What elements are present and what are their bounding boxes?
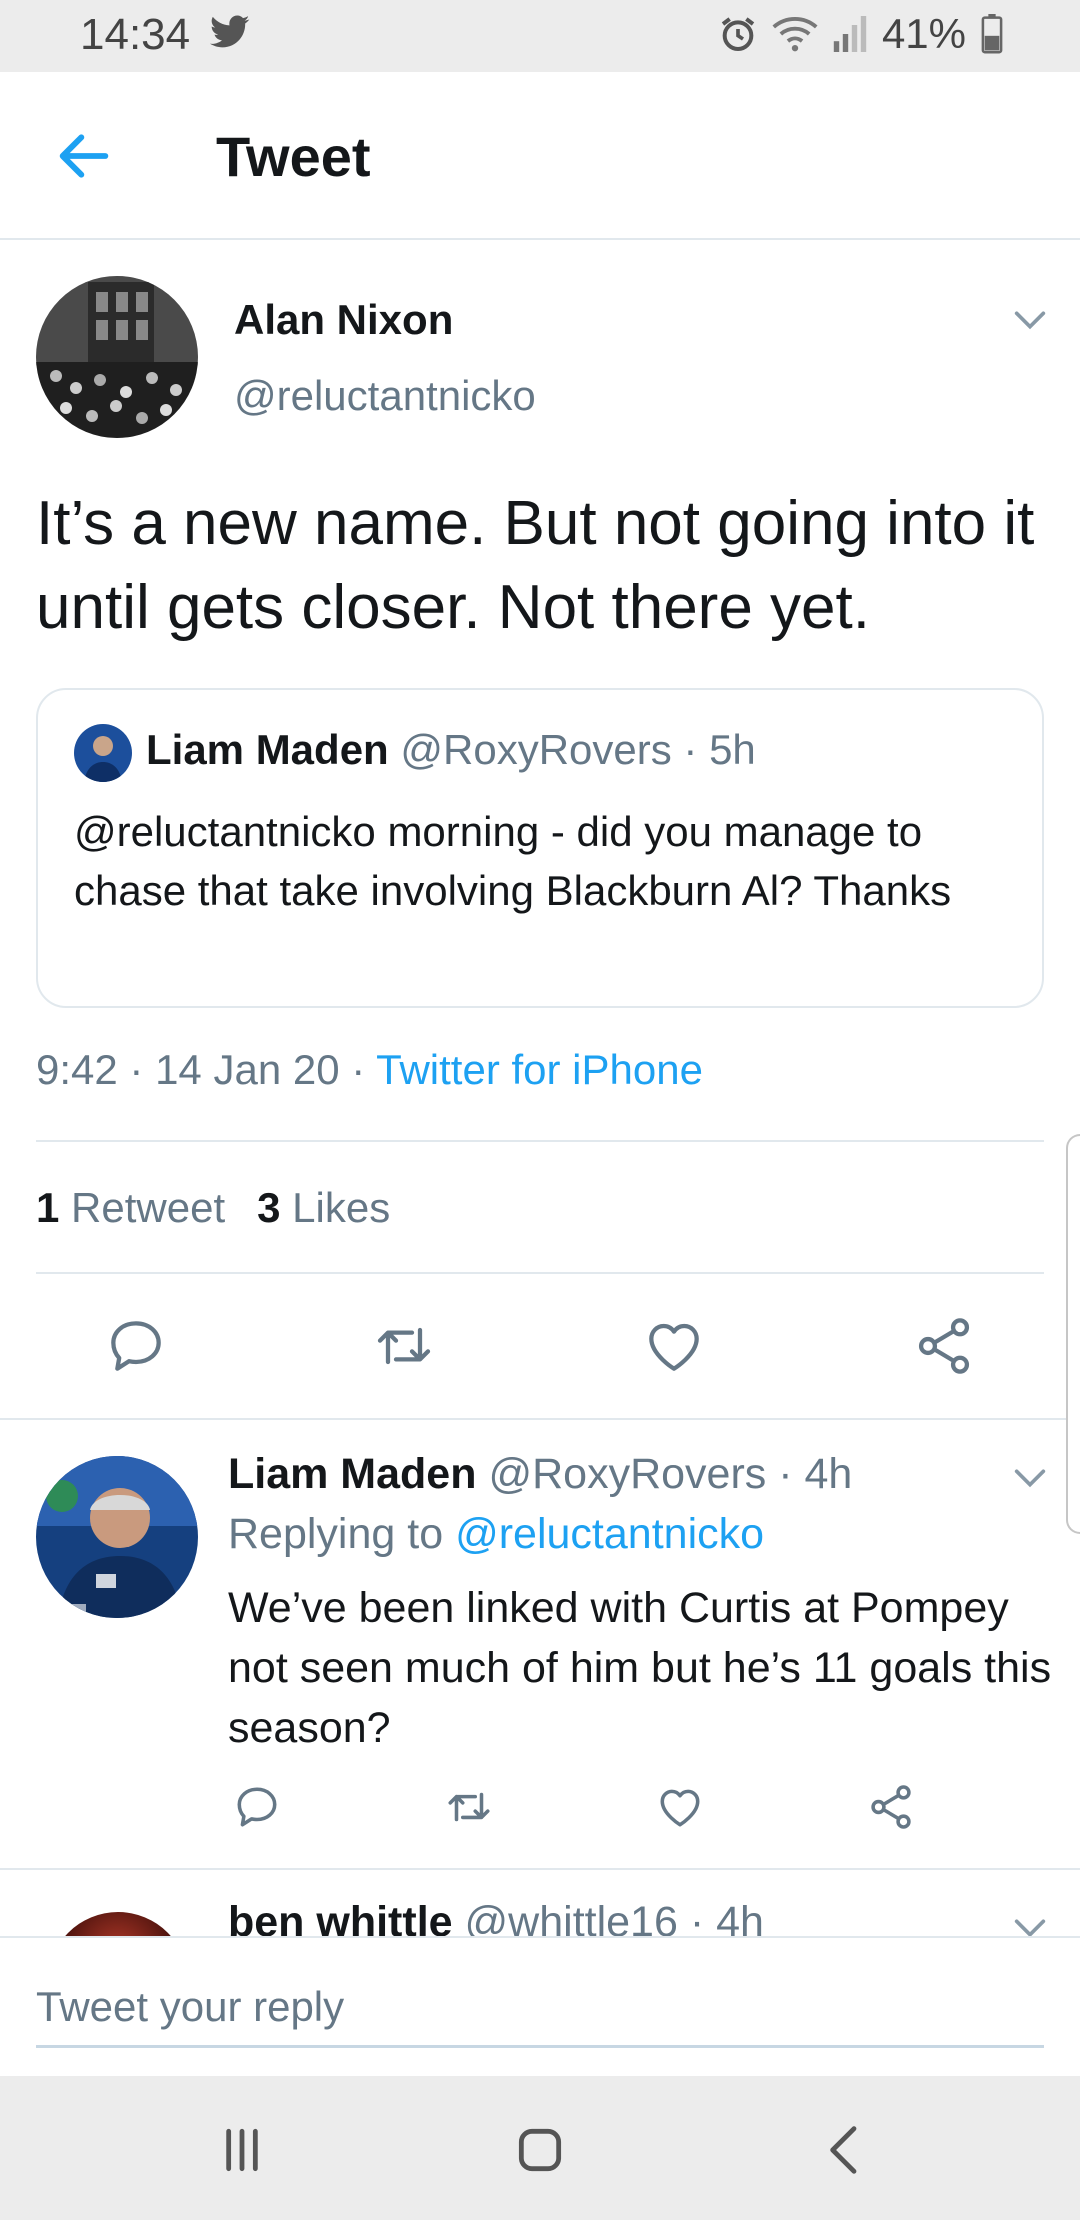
- quoted-header: Liam Maden @RoxyRovers · 5h: [146, 726, 756, 774]
- quoted-name: Liam Maden: [146, 726, 389, 773]
- system-nav-bar: [0, 2076, 1080, 2220]
- arrow-left-icon[interactable]: [52, 124, 116, 188]
- home-icon[interactable]: [508, 2118, 572, 2182]
- retweet-count: 1: [36, 1184, 60, 1231]
- share-icon[interactable]: [912, 1314, 976, 1378]
- quoted-tweet[interactable]: Liam Maden @RoxyRovers · 5h @reluctantni…: [36, 688, 1044, 1008]
- status-time: 14:34: [80, 10, 191, 59]
- reply-icon[interactable]: [104, 1314, 168, 1378]
- like-count: 3: [257, 1184, 281, 1231]
- battery-text: 41%: [881, 10, 966, 57]
- twitter-icon: [210, 14, 250, 50]
- avatar[interactable]: [36, 1456, 198, 1618]
- heart-icon[interactable]: [655, 1782, 705, 1832]
- quoted-avatar: [74, 724, 132, 782]
- reply-header: Liam Maden @RoxyRovers · 4h: [228, 1450, 852, 1499]
- author-name[interactable]: Alan Nixon: [234, 296, 453, 344]
- avatar[interactable]: [48, 1912, 188, 1936]
- chevron-down-icon[interactable]: [1010, 300, 1050, 340]
- reply-meta: @RoxyRovers · 4h: [488, 1450, 853, 1498]
- avatar[interactable]: [36, 276, 198, 438]
- app-bar: Tweet: [0, 72, 1080, 240]
- reply-composer: [0, 1936, 1080, 2076]
- reply-text: We’ve been linked with Curtis at Pompey …: [228, 1584, 1052, 1752]
- tweet-stats: 1 Retweet 3 Likes: [36, 1184, 390, 1232]
- share-icon[interactable]: [866, 1782, 916, 1832]
- divider: [36, 1140, 1044, 1142]
- chevron-down-icon[interactable]: [1010, 1458, 1050, 1498]
- divider: [0, 1868, 1080, 1870]
- mention-link[interactable]: @reluctantnicko: [455, 1510, 764, 1558]
- retweet-label: Retweet: [71, 1184, 226, 1231]
- status-bar: 14:34 41%: [0, 0, 1080, 72]
- quoted-meta: @RoxyRovers · 5h: [400, 726, 756, 773]
- reply-header: ben whittle @whittle16 · 4h: [228, 1898, 764, 1936]
- recent-apps-icon[interactable]: [210, 2118, 274, 2182]
- like-label: Likes: [292, 1184, 391, 1231]
- quoted-text: @reluctantnicko morning - did you manage…: [74, 808, 952, 914]
- signal-icon: [832, 14, 868, 54]
- reply-meta: @whittle16 · 4h: [464, 1898, 764, 1936]
- tweet-source-link[interactable]: Twitter for iPhone: [376, 1046, 703, 1093]
- reply-input[interactable]: [36, 1968, 1044, 2048]
- status-icons: 41%: [718, 10, 1004, 58]
- retweet-icon[interactable]: [372, 1314, 436, 1378]
- chevron-down-icon[interactable]: [1010, 1908, 1050, 1936]
- reply-icon[interactable]: [232, 1782, 282, 1832]
- wifi-icon: [772, 14, 818, 54]
- battery-icon: [980, 14, 1004, 54]
- likes-stat[interactable]: 3 Likes: [257, 1184, 390, 1231]
- replying-to: Replying to @reluctantnicko: [228, 1510, 764, 1559]
- tweet-meta: 9:42 · 14 Jan 20 · Twitter for iPhone: [36, 1046, 703, 1094]
- tweet-timestamp: 9:42 · 14 Jan 20 ·: [36, 1046, 377, 1093]
- back-icon[interactable]: [814, 2118, 878, 2182]
- scroll-handle[interactable]: [1066, 1134, 1080, 1534]
- heart-icon[interactable]: [642, 1314, 706, 1378]
- reply-author-name[interactable]: Liam Maden: [228, 1450, 477, 1498]
- reply-author-name[interactable]: ben whittle: [228, 1898, 453, 1936]
- reply-list-item[interactable]: ben whittle @whittle16 · 4h: [0, 1872, 1080, 1936]
- page-title: Tweet: [216, 125, 371, 188]
- replying-prefix: Replying to: [228, 1510, 456, 1558]
- retweet-icon[interactable]: [444, 1782, 494, 1832]
- retweets-stat[interactable]: 1 Retweet: [36, 1184, 225, 1231]
- alarm-icon: [718, 14, 758, 54]
- tweet-text: It’s a new name. But not going into it u…: [36, 489, 1035, 642]
- divider: [36, 1272, 1044, 1274]
- divider: [0, 1418, 1080, 1420]
- author-handle[interactable]: @reluctantnicko: [234, 372, 536, 420]
